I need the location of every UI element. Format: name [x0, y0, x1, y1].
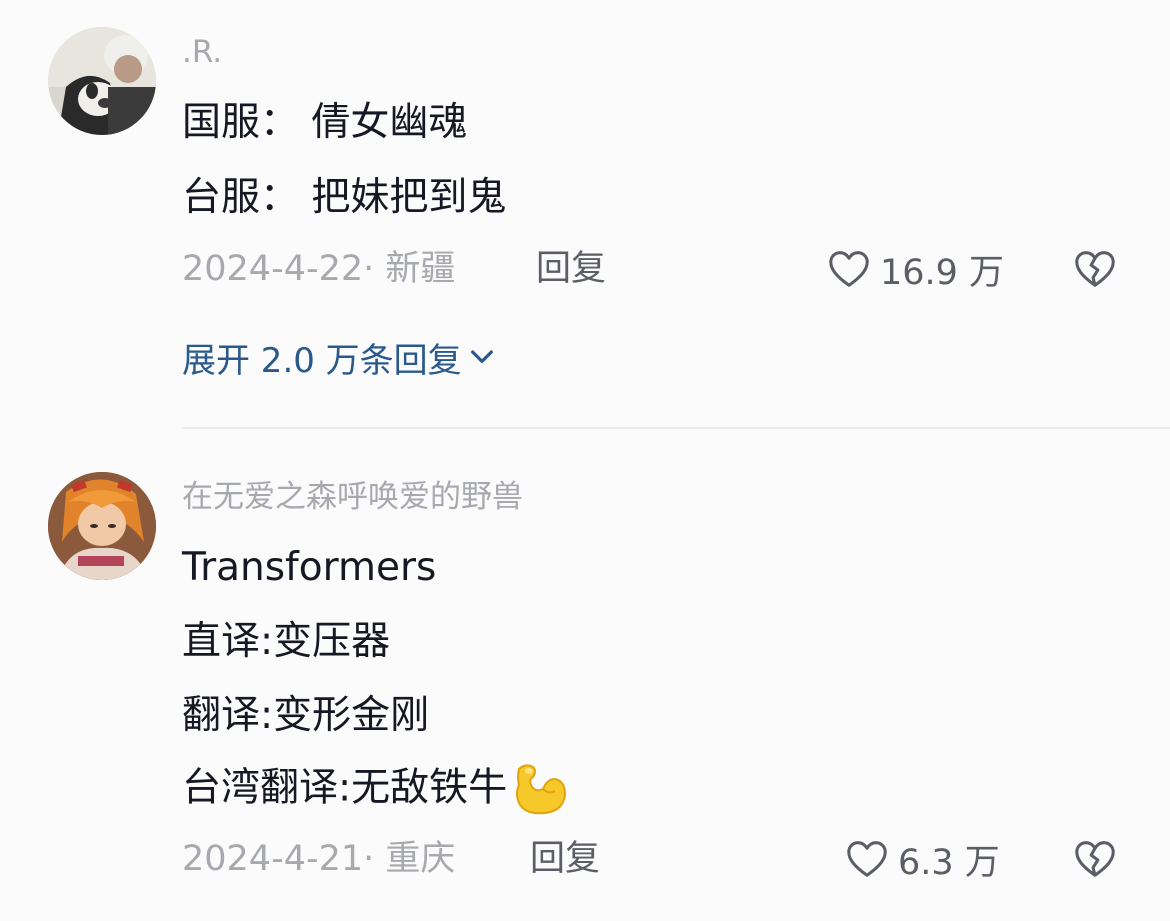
comment-text-line: 直译:变压器 [182, 619, 391, 664]
flexed-biceps-icon [509, 763, 567, 817]
comment-list: .R. 国服： 倩女幽魂 台服： 把妹把到鬼 2024-4-22· 新疆 回复 … [0, 0, 1170, 921]
like-button[interactable]: 16.9 万 [826, 246, 1005, 293]
broken-heart-icon [1072, 836, 1118, 882]
heart-icon [844, 836, 890, 882]
expand-replies-button[interactable]: 展开 2.0 万条回复 [182, 338, 498, 384]
avatar[interactable] [48, 27, 156, 135]
comment-date-location: 2024-4-21· 重庆 [182, 839, 456, 879]
comment-text-line: 台服： 把妹把到鬼 [182, 175, 507, 220]
comment-text-line-with-emoji: 台湾翻译:无敌铁牛 [182, 763, 567, 817]
comment-text-line: 国服： 倩女幽魂 [182, 100, 468, 145]
chevron-down-icon [462, 338, 498, 384]
comment-text: 台湾翻译:无敌铁牛 [182, 765, 508, 811]
comment-date-location: 2024-4-22· 新疆 [182, 249, 456, 289]
comment-item: 在无爱之森呼唤爱的野兽 Transformers 直译:变压器 翻译:变形金刚 … [0, 430, 1170, 921]
like-count: 6.3 万 [898, 842, 1000, 883]
comment-text-line: Transformers [182, 545, 437, 590]
broken-heart-icon [1072, 246, 1118, 292]
avatar[interactable] [48, 472, 156, 580]
comment-item: .R. 国服： 倩女幽魂 台服： 把妹把到鬼 2024-4-22· 新疆 回复 … [0, 0, 1170, 429]
username[interactable]: 在无爱之森呼唤爱的野兽 [182, 477, 523, 517]
dislike-button[interactable] [1072, 246, 1118, 292]
reply-button[interactable]: 回复 [536, 247, 606, 291]
like-count: 16.9 万 [880, 252, 1005, 293]
reply-button[interactable]: 回复 [530, 837, 600, 881]
username[interactable]: .R. [182, 32, 222, 72]
divider [182, 427, 1170, 429]
heart-icon [826, 246, 872, 292]
expand-replies-label: 展开 2.0 万条回复 [182, 341, 462, 381]
like-button[interactable]: 6.3 万 [844, 836, 1000, 883]
comment-text-line: 翻译:变形金刚 [182, 693, 430, 738]
dislike-button[interactable] [1072, 836, 1118, 882]
